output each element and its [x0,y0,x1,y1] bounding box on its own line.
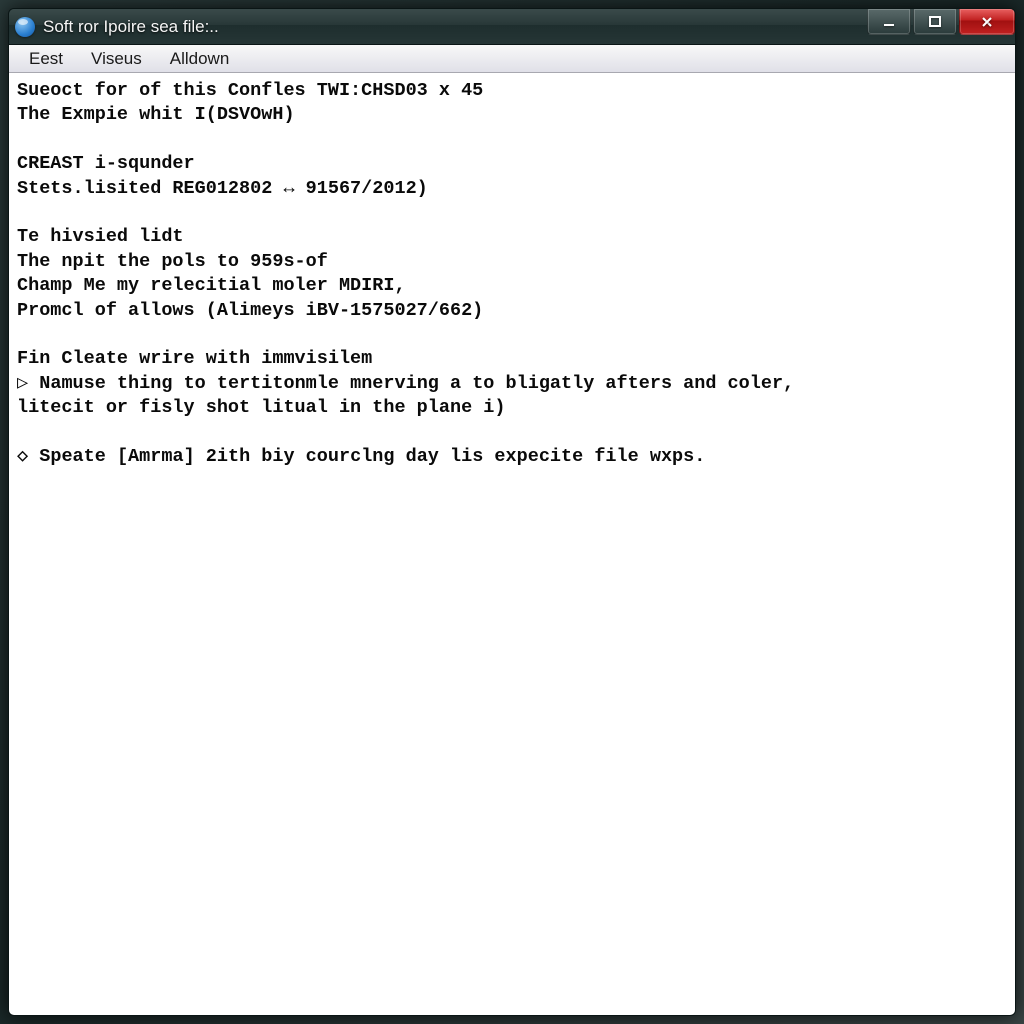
text-line: Fin Cleate wrire with immvisilem [17,347,1007,371]
close-button[interactable] [959,9,1015,35]
text-line: CREAST i-squnder [17,152,1007,176]
text-line [17,421,1007,445]
text-line: Sueoct for of this Confles TWI:CHSD03 x … [17,79,1007,103]
minimize-button[interactable] [867,9,911,35]
text-line: The Exmpie whit I(DSVOwH) [17,103,1007,127]
app-window: Soft ror Ipoire sea file:.. Eest Viseus … [8,8,1016,1016]
text-line: litecit or fisly shot litual in the plan… [17,396,1007,420]
text-line: ▷ Namuse thing to tertitonmle mnerving a… [17,372,1007,396]
text-line: Te hivsied lidt [17,225,1007,249]
menu-eest[interactable]: Eest [15,46,77,72]
close-icon [979,15,995,29]
text-line: ◇ Speate [Amrma] 2ith biy courclng day l… [17,445,1007,469]
window-title: Soft ror Ipoire sea file:.. [43,17,1009,37]
maximize-button[interactable] [913,9,957,35]
app-icon [15,17,35,37]
text-line [17,201,1007,225]
maximize-icon [927,15,943,29]
text-content-area[interactable]: Sueoct for of this Confles TWI:CHSD03 x … [9,73,1015,1015]
window-controls [867,9,1015,35]
text-line: Champ Me my relecitial moler MDIRI, [17,274,1007,298]
menu-alldown[interactable]: Alldown [156,46,244,72]
titlebar[interactable]: Soft ror Ipoire sea file:.. [9,9,1015,45]
text-line: Stets.lisited REG012802 ↔ 91567/2012) [17,177,1007,201]
text-line [17,323,1007,347]
text-line: The npit the pols to 959s-of [17,250,1007,274]
text-line [17,128,1007,152]
minimize-icon [881,15,897,29]
menu-viseus[interactable]: Viseus [77,46,156,72]
text-line: Promcl of allows (Alimeys iBV-1575027/66… [17,299,1007,323]
menubar: Eest Viseus Alldown [9,45,1015,73]
